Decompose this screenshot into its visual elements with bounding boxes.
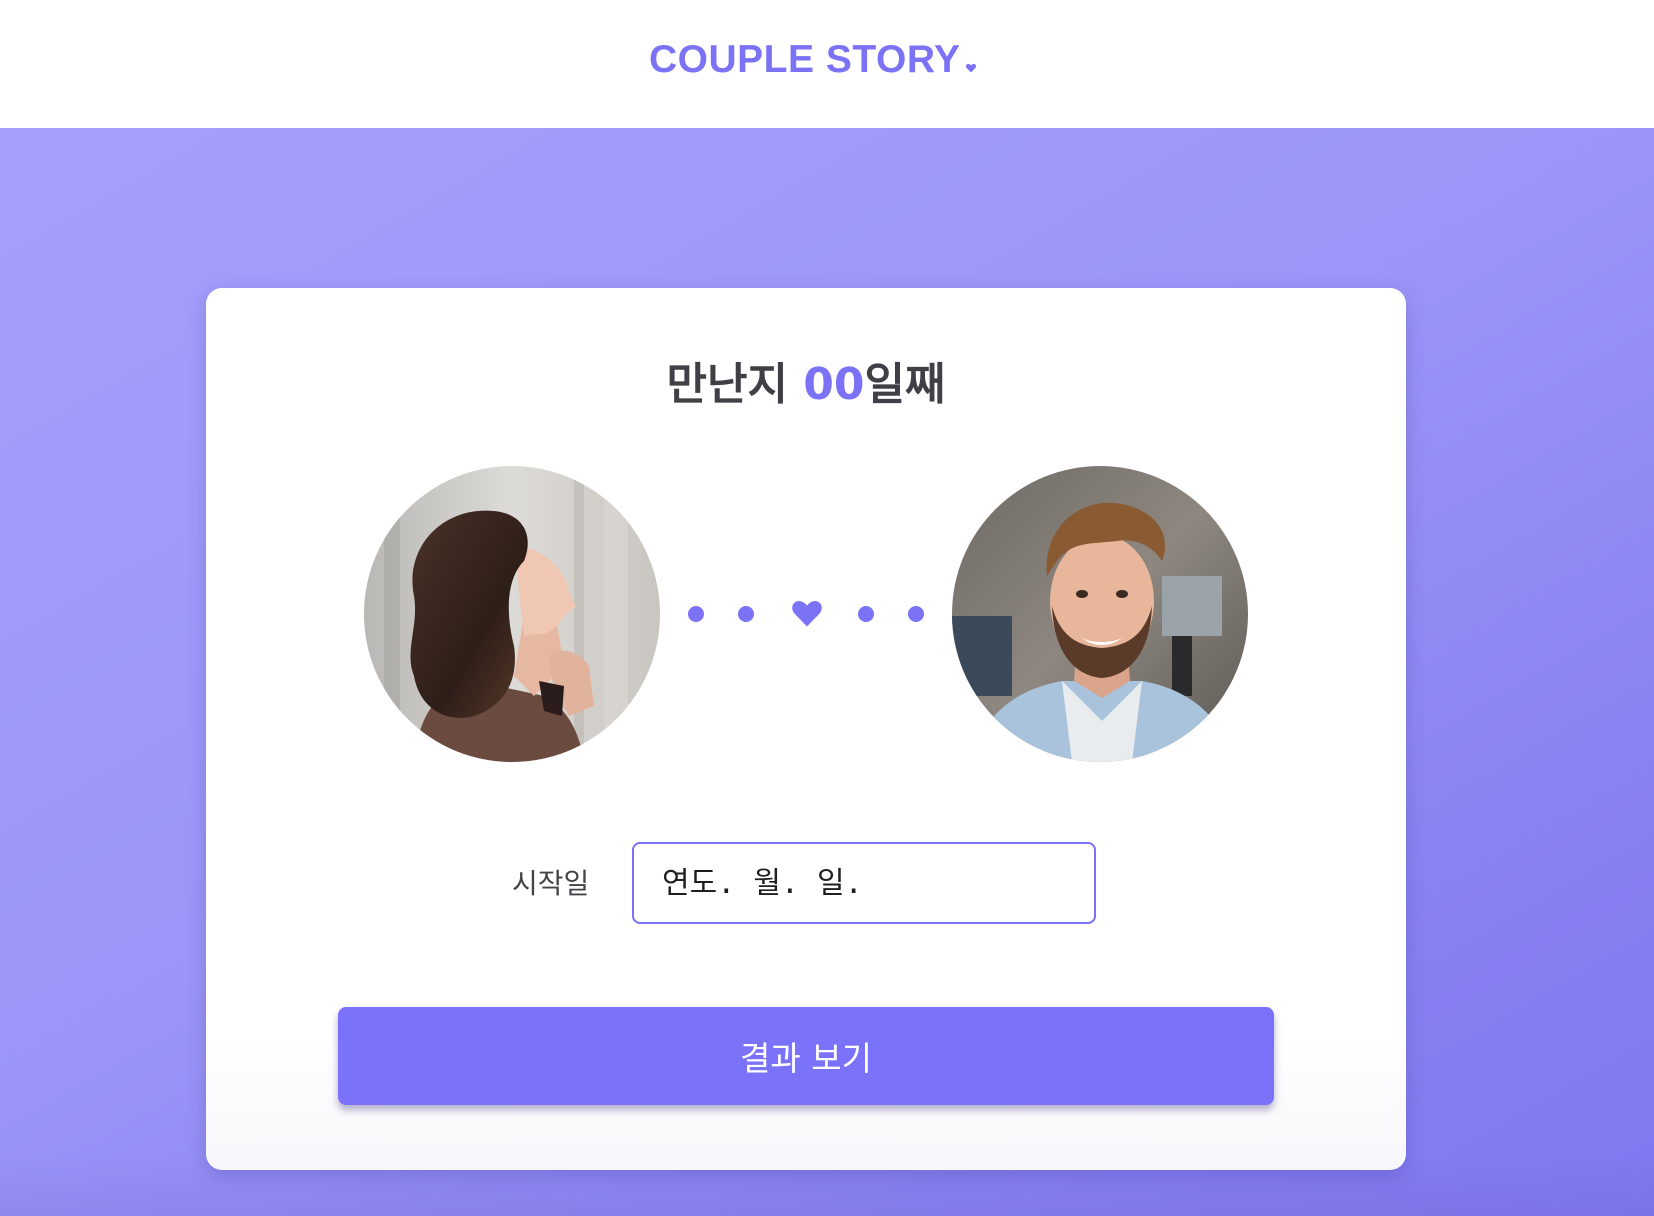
dday-card: 만난지 00일째 시작일 연도. 월. 일. 결과 보기 — [206, 288, 1406, 1170]
top-header: COUPLE STORY — [0, 0, 1654, 128]
start-date-label: 시작일 — [512, 867, 590, 900]
heart-icon — [792, 601, 822, 627]
site-logo[interactable]: COUPLE STORY — [649, 38, 977, 82]
avatar-man — [952, 466, 1248, 762]
avatar-woman — [364, 466, 660, 762]
couple-connector — [688, 594, 928, 634]
logo-text: COUPLE STORY — [649, 38, 961, 81]
title-prefix: 만난지 — [666, 359, 804, 410]
dday-title: 만난지 00일째 — [206, 348, 1406, 412]
day-count: 00 — [803, 359, 865, 410]
connector-dot — [858, 606, 874, 622]
man-photo — [952, 466, 1248, 762]
title-suffix: 일째 — [864, 359, 946, 410]
connector-dot — [738, 606, 754, 622]
start-date-input[interactable] — [632, 842, 1096, 924]
connector-dot — [688, 606, 704, 622]
show-result-button[interactable]: 결과 보기 — [338, 1007, 1274, 1105]
heart-icon — [965, 63, 976, 73]
woman-photo — [364, 466, 660, 762]
connector-dot — [908, 606, 924, 622]
